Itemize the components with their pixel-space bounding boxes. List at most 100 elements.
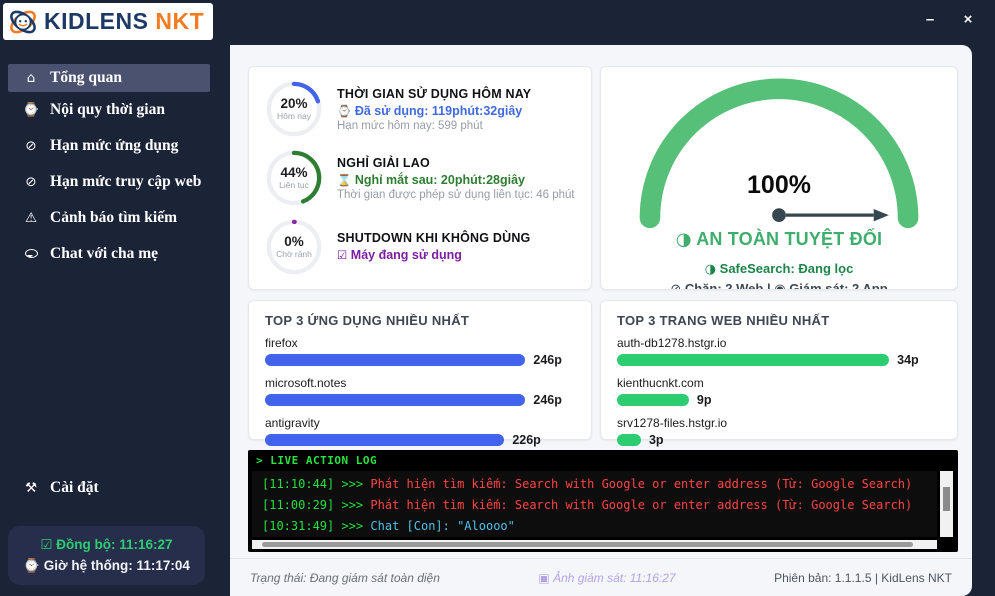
- bar-value: 246p: [533, 393, 562, 407]
- top-apps-card: TOP 3 ỨNG DỤNG NHIỀU NHẤT firefox 246p m…: [248, 300, 592, 440]
- stat-row-breaks: 44% Liên tục NGHỈ GIẢI LAO ⌛ Nghỉ mắt sa…: [265, 149, 575, 207]
- sidebar-item-label: Cài đặt: [50, 479, 99, 497]
- warning-icon: ⚠: [22, 210, 40, 226]
- block-icon: ⊘: [22, 174, 40, 190]
- top-apps-title: TOP 3 ỨNG DỤNG NHIỀU NHẤT: [265, 313, 575, 328]
- bar-row: kienthucnkt.com 9p: [617, 376, 941, 407]
- bar-row: microsoft.notes 246p: [265, 376, 575, 407]
- clock-icon: ⌚: [23, 558, 40, 574]
- checkbox-icon: ☑: [337, 248, 347, 262]
- clock-icon: ⌚: [337, 104, 351, 118]
- stat-row-shutdown: 0% Chờ rảnh SHUTDOWN KHI KHÔNG DÙNG ☑ Má…: [265, 218, 575, 276]
- bar-fill: [617, 434, 641, 446]
- sidebar: ⌂ Tổng quan ⌚ Nội quy thời gian ⊘ Hạn mứ…: [0, 64, 230, 272]
- bar-row: antigravity 226p: [265, 416, 575, 447]
- bar-row: auth-db1278.hstgr.io 34p: [617, 336, 941, 367]
- log-entry: [10:31:49] >>> Chat [Con]: "Aloooo": [262, 516, 927, 537]
- bar-fill: [265, 434, 504, 446]
- sidebar-item-label: Hạn mức ứng dụng: [50, 137, 178, 155]
- ring-label: Chờ rảnh: [276, 250, 312, 259]
- stat-row-today: 20% Hôm nay THỜI GIAN SỬ DỤNG HÔM NAY ⌚ …: [265, 80, 575, 138]
- bar-value: 226p: [512, 433, 541, 447]
- bar-label: kienthucnkt.com: [617, 376, 941, 390]
- bar-value: 246p: [533, 353, 562, 367]
- log-entry: [11:00:29] >>> Phát hiện tìm kiếm: Searc…: [262, 495, 927, 516]
- sidebar-item-label: Nội quy thời gian: [50, 101, 165, 119]
- eye-icon: ◉: [774, 282, 785, 290]
- top-websites-title: TOP 3 TRANG WEB NHIỀU NHẤT: [617, 313, 941, 328]
- sidebar-settings: ⚒ Cài đặt: [0, 470, 230, 506]
- scrollbar-thumb[interactable]: [943, 487, 950, 511]
- tools-icon: ⚒: [22, 480, 40, 496]
- live-action-log: > LIVE ACTION LOG [11:10:44] >>> Phát hi…: [248, 450, 958, 552]
- sidebar-item-app-limits[interactable]: ⊘ Hạn mức ứng dụng: [0, 128, 230, 164]
- safety-gauge-card: 100% ◑ AN TOÀN TUYỆT ĐỐI ◑ SafeSearch: Đ…: [600, 66, 958, 290]
- gauge-needle-arrow: [874, 209, 889, 221]
- today-usage-ring: 20% Hôm nay: [265, 80, 323, 138]
- idle-ring: 0% Chờ rảnh: [265, 218, 323, 276]
- bar-value: 34p: [897, 353, 919, 367]
- log-entry: [11:10:44] >>> Phát hiện tìm kiếm: Searc…: [262, 474, 927, 495]
- sidebar-item-web-limits[interactable]: ⊘ Hạn mức truy cập web: [0, 164, 230, 200]
- sidebar-item-chat-parents[interactable]: Chat với cha mẹ: [0, 236, 230, 272]
- checkbox-icon: ☑: [40, 537, 52, 553]
- sidebar-item-search-alerts[interactable]: ⚠ Cảnh báo tìm kiếm: [0, 200, 230, 236]
- bar-fill: [617, 394, 689, 406]
- sidebar-item-label: Tổng quan: [50, 69, 122, 87]
- app-title: KIDLENS NKT: [44, 8, 204, 35]
- sync-panel: ☑ Đồng bộ: 11:16:27 ⌚ Giờ hệ thống: 11:1…: [8, 526, 205, 585]
- half-circle-icon: ◑: [705, 262, 716, 277]
- log-body[interactable]: [11:10:44] >>> Phát hiện tìm kiếm: Searc…: [252, 471, 937, 537]
- gauge-needle-pivot: [772, 208, 786, 222]
- system-time: ⌚ Giờ hệ thống: 11:17:04: [14, 558, 199, 574]
- minimize-button[interactable]: –: [917, 8, 943, 32]
- scrollbar-thumb[interactable]: [262, 542, 913, 547]
- safesearch-status: ◑ SafeSearch: Đang lọc: [601, 261, 957, 277]
- sidebar-item-label: Chat với cha mẹ: [50, 245, 158, 263]
- log-vertical-scrollbar[interactable]: [940, 471, 953, 537]
- stat-subtext: Hạn mức hôm nay: 599 phút: [337, 120, 575, 132]
- bar-label: firefox: [265, 336, 575, 350]
- stopwatch-icon: ⌚: [22, 102, 40, 118]
- log-horizontal-scrollbar[interactable]: [252, 540, 937, 549]
- hourglass-icon: ⌛: [337, 173, 351, 187]
- sidebar-item-label: Hạn mức truy cập web: [50, 173, 201, 191]
- sidebar-item-settings[interactable]: ⚒ Cài đặt: [0, 470, 230, 506]
- bar-value: 9p: [697, 393, 712, 407]
- block-monitor-counts: ⊘ Chặn: 2 Web | ◉ Giám sát: 2 App: [601, 281, 957, 290]
- bar-value: 3p: [649, 433, 664, 447]
- half-circle-icon: ◑: [676, 229, 692, 250]
- sidebar-item-time-rules[interactable]: ⌚ Nội quy thời gian: [0, 92, 230, 128]
- kidlens-logo-icon: [7, 6, 39, 38]
- bar-fill: [265, 354, 525, 366]
- bar-row: firefox 246p: [265, 336, 575, 367]
- block-icon: ⊘: [670, 282, 681, 290]
- log-header: > LIVE ACTION LOG: [248, 450, 958, 469]
- safety-status-label: ◑ AN TOÀN TUYỆT ĐỐI: [601, 229, 957, 250]
- bar-label: auth-db1278.hstgr.io: [617, 336, 941, 350]
- status-bar: Trạng thái: Đang giám sát toàn diện ▣ Ản…: [230, 558, 972, 596]
- stat-highlight: ☑ Máy đang sử dụng: [337, 248, 575, 262]
- safety-gauge: 100%: [628, 75, 930, 231]
- ring-percent: 44%: [280, 166, 307, 181]
- ring-label: Liên tục: [279, 181, 309, 190]
- stat-title: NGHỈ GIẢI LAO: [337, 156, 575, 170]
- bar-fill: [617, 354, 889, 366]
- sidebar-item-label: Cảnh báo tìm kiếm: [50, 209, 177, 227]
- ring-label: Hôm nay: [277, 112, 311, 121]
- sidebar-item-overview[interactable]: ⌂ Tổng quan: [8, 64, 210, 92]
- version-label: Phiên bản: 1.1.1.5 | KidLens NKT: [774, 571, 952, 585]
- block-icon: ⊘: [22, 138, 40, 154]
- close-button[interactable]: ×: [955, 8, 981, 32]
- ring-percent: 20%: [280, 97, 307, 112]
- monitoring-status: Trạng thái: Đang giám sát toàn diện: [250, 571, 440, 585]
- stat-highlight: ⌚ Đã sử dụng: 119phút:32giây: [337, 104, 575, 118]
- stat-title: SHUTDOWN KHI KHÔNG DÙNG: [337, 231, 575, 245]
- sync-status: ☑ Đồng bộ: 11:16:27: [14, 537, 199, 553]
- safety-percent: 100%: [628, 171, 930, 200]
- bar-fill: [265, 394, 525, 406]
- screenshot-icon: ▣: [538, 571, 549, 585]
- main-content: 20% Hôm nay THỜI GIAN SỬ DỤNG HÔM NAY ⌚ …: [230, 45, 972, 596]
- top-websites-card: TOP 3 TRANG WEB NHIỀU NHẤT auth-db1278.h…: [600, 300, 958, 440]
- stat-subtext: Thời gian được phép sử dụng liên tục: 46…: [337, 189, 575, 201]
